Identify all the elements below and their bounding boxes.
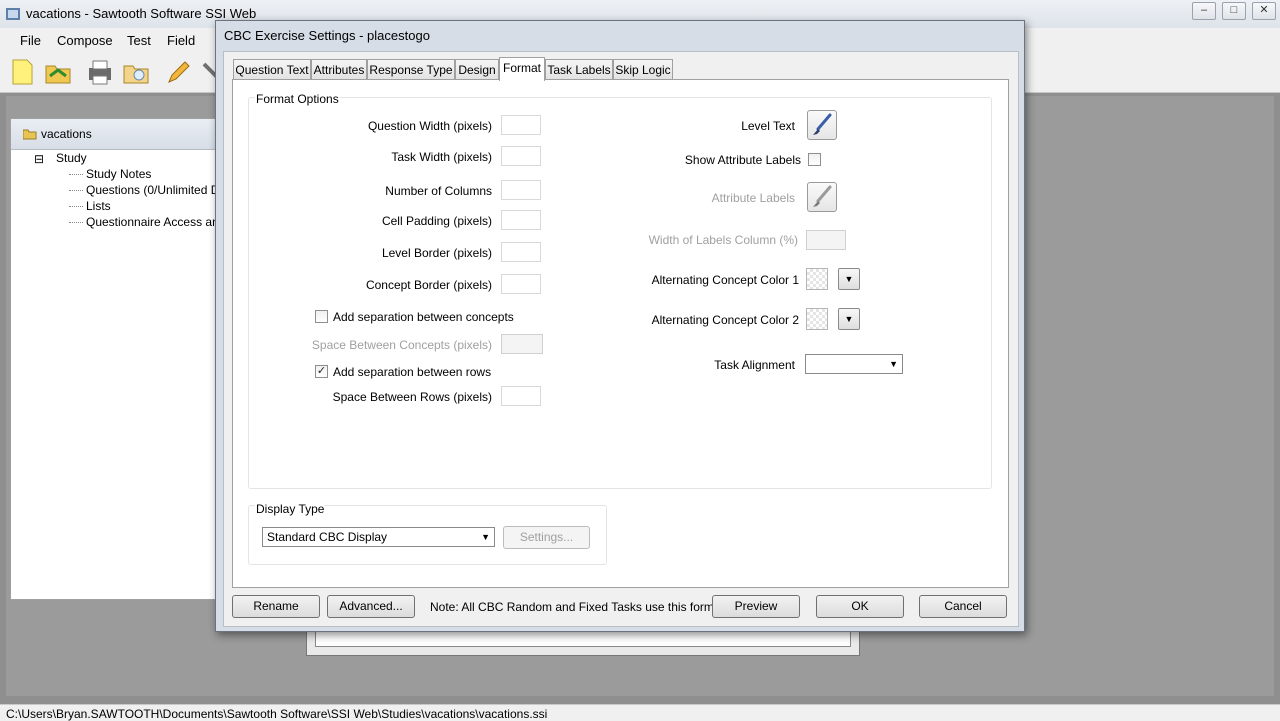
add-separation-concepts-label: Add separation between concepts — [333, 310, 514, 324]
close-button[interactable]: ✕ — [1252, 2, 1276, 20]
preview-button[interactable]: Preview — [712, 595, 800, 618]
number-of-columns-input[interactable] — [501, 180, 541, 200]
display-type-value: Standard CBC Display — [267, 530, 388, 544]
tab-design[interactable]: Design — [455, 59, 499, 79]
attribute-labels-label: Attribute Labels — [711, 191, 795, 205]
alt-concept-color-1-label: Alternating Concept Color 1 — [651, 273, 799, 287]
study-tree-header: vacations — [11, 119, 231, 150]
tree-collapse-toggle[interactable]: ⊟ — [34, 152, 44, 166]
study-tree-panel: vacations ⊟ Study Study Notes Questions … — [10, 118, 237, 600]
format-options-label: Format Options — [255, 92, 340, 106]
question-width-input[interactable] — [501, 115, 541, 135]
format-options-group — [248, 97, 992, 489]
print-icon[interactable] — [86, 58, 114, 86]
width-labels-column-input[interactable] — [806, 230, 846, 250]
folder-icon — [23, 129, 37, 140]
advanced-button[interactable]: Advanced... — [327, 595, 415, 618]
format-note: Note: All CBC Random and Fixed Tasks use… — [430, 600, 728, 614]
show-attribute-labels-label: Show Attribute Labels — [684, 153, 801, 167]
study-tree-title: vacations — [41, 127, 92, 141]
ok-button[interactable]: OK — [816, 595, 904, 618]
attribute-labels-format-button[interactable] — [807, 182, 837, 212]
display-type-select[interactable]: Standard CBC Display ▼ — [262, 527, 495, 547]
space-between-concepts-input[interactable] — [501, 334, 543, 354]
status-bar: C:\Users\Bryan.SAWTOOTH\Documents\Sawtoo… — [0, 704, 1280, 721]
paintbrush-icon — [813, 113, 832, 135]
add-separation-rows-label: Add separation between rows — [333, 365, 492, 379]
number-of-columns-label: Number of Columns — [385, 184, 492, 198]
format-tab-panel: Format Options Question Width (pixels) T… — [232, 79, 1009, 588]
menu-file[interactable]: File — [20, 33, 41, 48]
maximize-button[interactable]: □ — [1222, 2, 1246, 20]
alt-concept-color-1-dropdown[interactable]: ▼ — [838, 268, 860, 290]
open-folder-icon[interactable] — [44, 58, 72, 86]
level-border-input[interactable] — [501, 242, 541, 262]
menu-field[interactable]: Field — [167, 33, 195, 48]
display-settings-button[interactable]: Settings... — [503, 526, 590, 549]
alt-concept-color-2-dropdown[interactable]: ▼ — [838, 308, 860, 330]
task-alignment-label: Task Alignment — [714, 358, 795, 372]
cancel-button[interactable]: Cancel — [919, 595, 1007, 618]
tab-question-text[interactable]: Question Text — [233, 59, 311, 79]
tree-node-lists[interactable]: Lists — [86, 199, 111, 213]
rename-button[interactable]: Rename — [232, 595, 320, 618]
tab-format[interactable]: Format — [499, 57, 545, 81]
space-between-rows-input[interactable] — [501, 386, 541, 406]
chevron-down-icon: ▼ — [889, 359, 898, 369]
task-width-label: Task Width (pixels) — [391, 150, 492, 164]
width-labels-column-label: Width of Labels Column (%) — [648, 233, 798, 247]
tree-node-study-notes[interactable]: Study Notes — [86, 167, 151, 181]
minimize-button[interactable]: – — [1192, 2, 1216, 20]
display-type-label: Display Type — [255, 502, 326, 516]
tree-node-questions[interactable]: Questions (0/Unlimited Data — [86, 183, 236, 197]
menu-compose[interactable]: Compose — [57, 33, 113, 48]
alt-concept-color-2-swatch[interactable] — [806, 308, 828, 330]
tab-attributes[interactable]: Attributes — [311, 59, 367, 79]
space-between-rows-label: Space Between Rows (pixels) — [332, 390, 492, 404]
cell-padding-input[interactable] — [501, 210, 541, 230]
tree-node-study[interactable]: Study — [56, 151, 87, 165]
chevron-down-icon: ▼ — [481, 532, 490, 542]
space-between-concepts-label: Space Between Concepts (pixels) — [311, 338, 492, 352]
app-icon — [6, 8, 20, 20]
dialog-title: CBC Exercise Settings - placestogo — [224, 28, 430, 43]
edit-pencil-icon[interactable] — [164, 58, 192, 86]
new-file-icon[interactable] — [8, 58, 36, 86]
question-width-label: Question Width (pixels) — [367, 119, 492, 133]
concept-border-label: Concept Border (pixels) — [365, 278, 492, 292]
tab-task-labels[interactable]: Task Labels — [545, 59, 613, 79]
preview-folder-icon[interactable] — [122, 58, 150, 86]
level-text-format-button[interactable] — [807, 110, 837, 140]
add-separation-rows-checkbox[interactable]: ✓ — [315, 365, 328, 378]
concept-border-input[interactable] — [501, 274, 541, 294]
app-title: vacations - Sawtooth Software SSI Web — [26, 6, 257, 21]
task-width-input[interactable] — [501, 146, 541, 166]
cbc-exercise-settings-dialog: CBC Exercise Settings - placestogo Quest… — [215, 20, 1025, 632]
tab-response-type[interactable]: Response Type — [367, 59, 455, 79]
level-text-label: Level Text — [741, 119, 795, 133]
cell-padding-label: Cell Padding (pixels) — [381, 214, 492, 228]
level-border-label: Level Border (pixels) — [381, 246, 492, 260]
tab-skip-logic[interactable]: Skip Logic — [613, 59, 673, 79]
add-separation-concepts-checkbox[interactable] — [315, 310, 328, 323]
status-file-path: C:\Users\Bryan.SAWTOOTH\Documents\Sawtoo… — [6, 707, 548, 721]
task-alignment-select[interactable]: ▼ — [805, 354, 903, 374]
menu-test[interactable]: Test — [127, 33, 151, 48]
alt-concept-color-2-label: Alternating Concept Color 2 — [651, 313, 799, 327]
show-attribute-labels-checkbox[interactable] — [808, 153, 821, 166]
paintbrush-icon — [813, 185, 832, 207]
alt-concept-color-1-swatch[interactable] — [806, 268, 828, 290]
